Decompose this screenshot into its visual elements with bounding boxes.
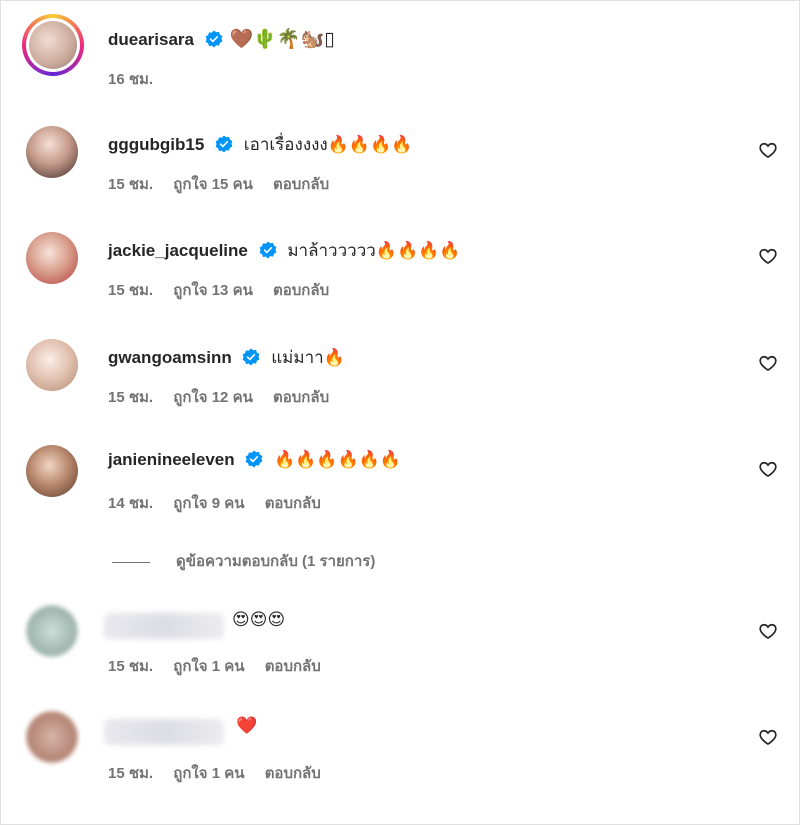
comment-likes[interactable]: ถูกใจ 1 คน [173,765,244,782]
heart-outline-icon[interactable] [758,353,778,373]
comment-time[interactable]: 15 ชม. [108,389,153,406]
heart-outline-icon[interactable] [758,727,778,747]
comment-time[interactable]: 15 ชม. [108,658,153,675]
commenter-avatar[interactable] [26,232,78,284]
verified-badge-icon [259,241,277,259]
blurred-username[interactable] [104,613,224,639]
comment-username[interactable]: janienineeleven [108,450,235,469]
author-avatar-story-ring[interactable] [22,14,84,76]
heart-outline-icon[interactable] [758,246,778,266]
comment-username[interactable]: jackie_jacqueline [108,241,248,260]
caption-meta: 16 ชม. [108,67,169,91]
reply-button[interactable]: ตอบกลับ [265,658,321,675]
caption-time[interactable]: 16 ชม. [108,71,153,88]
caption-username[interactable]: duearisara [108,30,194,49]
comment-likes[interactable]: ถูกใจ 13 คน [173,282,253,299]
comment-text: 🔥🔥🔥🔥🔥🔥 [274,450,402,469]
divider-line [112,561,150,563]
comment-time[interactable]: 14 ชม. [108,495,153,512]
commenter-avatar[interactable] [26,445,78,497]
verified-badge-icon [243,348,260,366]
comment-text: 😍😍😍 [232,610,286,629]
reply-button[interactable]: ตอบกลับ [273,389,329,406]
view-replies-label: ดูข้อความตอบกลับ (1 รายการ) [176,553,376,570]
view-replies-button[interactable]: ดูข้อความตอบกลับ (1 รายการ) [112,549,375,573]
comment-time[interactable]: 15 ชม. [108,282,153,299]
comment-text: เอาเรื่องงงง🔥🔥🔥🔥 [243,135,413,154]
heart-outline-icon[interactable] [758,140,778,160]
comment-username[interactable]: gggubgib15 [108,135,204,154]
reply-button[interactable]: ตอบกลับ [273,176,329,193]
comment-text: มาล้าววววว🔥🔥🔥🔥 [287,241,461,260]
comment-likes[interactable]: ถูกใจ 9 คน [173,495,244,512]
comment-text: ❤️ [236,716,258,735]
comment-text: แม่มาา🔥 [271,348,345,367]
comments-panel [0,0,800,825]
comment-likes[interactable]: ถูกใจ 12 คน [173,389,253,406]
caption-text: 🤎🌵🌴🐿️▯ [229,29,335,50]
comment-likes[interactable]: ถูกใจ 1 คน [173,658,244,675]
reply-button[interactable]: ตอบกลับ [265,495,321,512]
author-avatar [29,21,77,69]
blurred-username[interactable] [104,719,224,745]
heart-outline-icon[interactable] [758,459,778,479]
commenter-avatar[interactable] [26,339,78,391]
reply-button[interactable]: ตอบกลับ [273,282,329,299]
caption-row: duearisara 🤎🌵🌴🐿️▯ [108,27,335,51]
commenter-avatar[interactable] [26,605,78,657]
comment-likes[interactable]: ถูกใจ 15 คน [173,176,253,193]
comment-username[interactable]: gwangoamsinn [108,348,232,367]
verified-badge-icon [215,135,233,153]
reply-button[interactable]: ตอบกลับ [265,765,321,782]
verified-badge-icon [205,30,223,48]
commenter-avatar[interactable] [26,126,78,178]
commenter-avatar[interactable] [26,711,78,763]
comment-time[interactable]: 15 ชม. [108,765,153,782]
comment-time[interactable]: 15 ชม. [108,176,153,193]
heart-outline-icon[interactable] [758,621,778,641]
verified-badge-icon [245,450,263,468]
